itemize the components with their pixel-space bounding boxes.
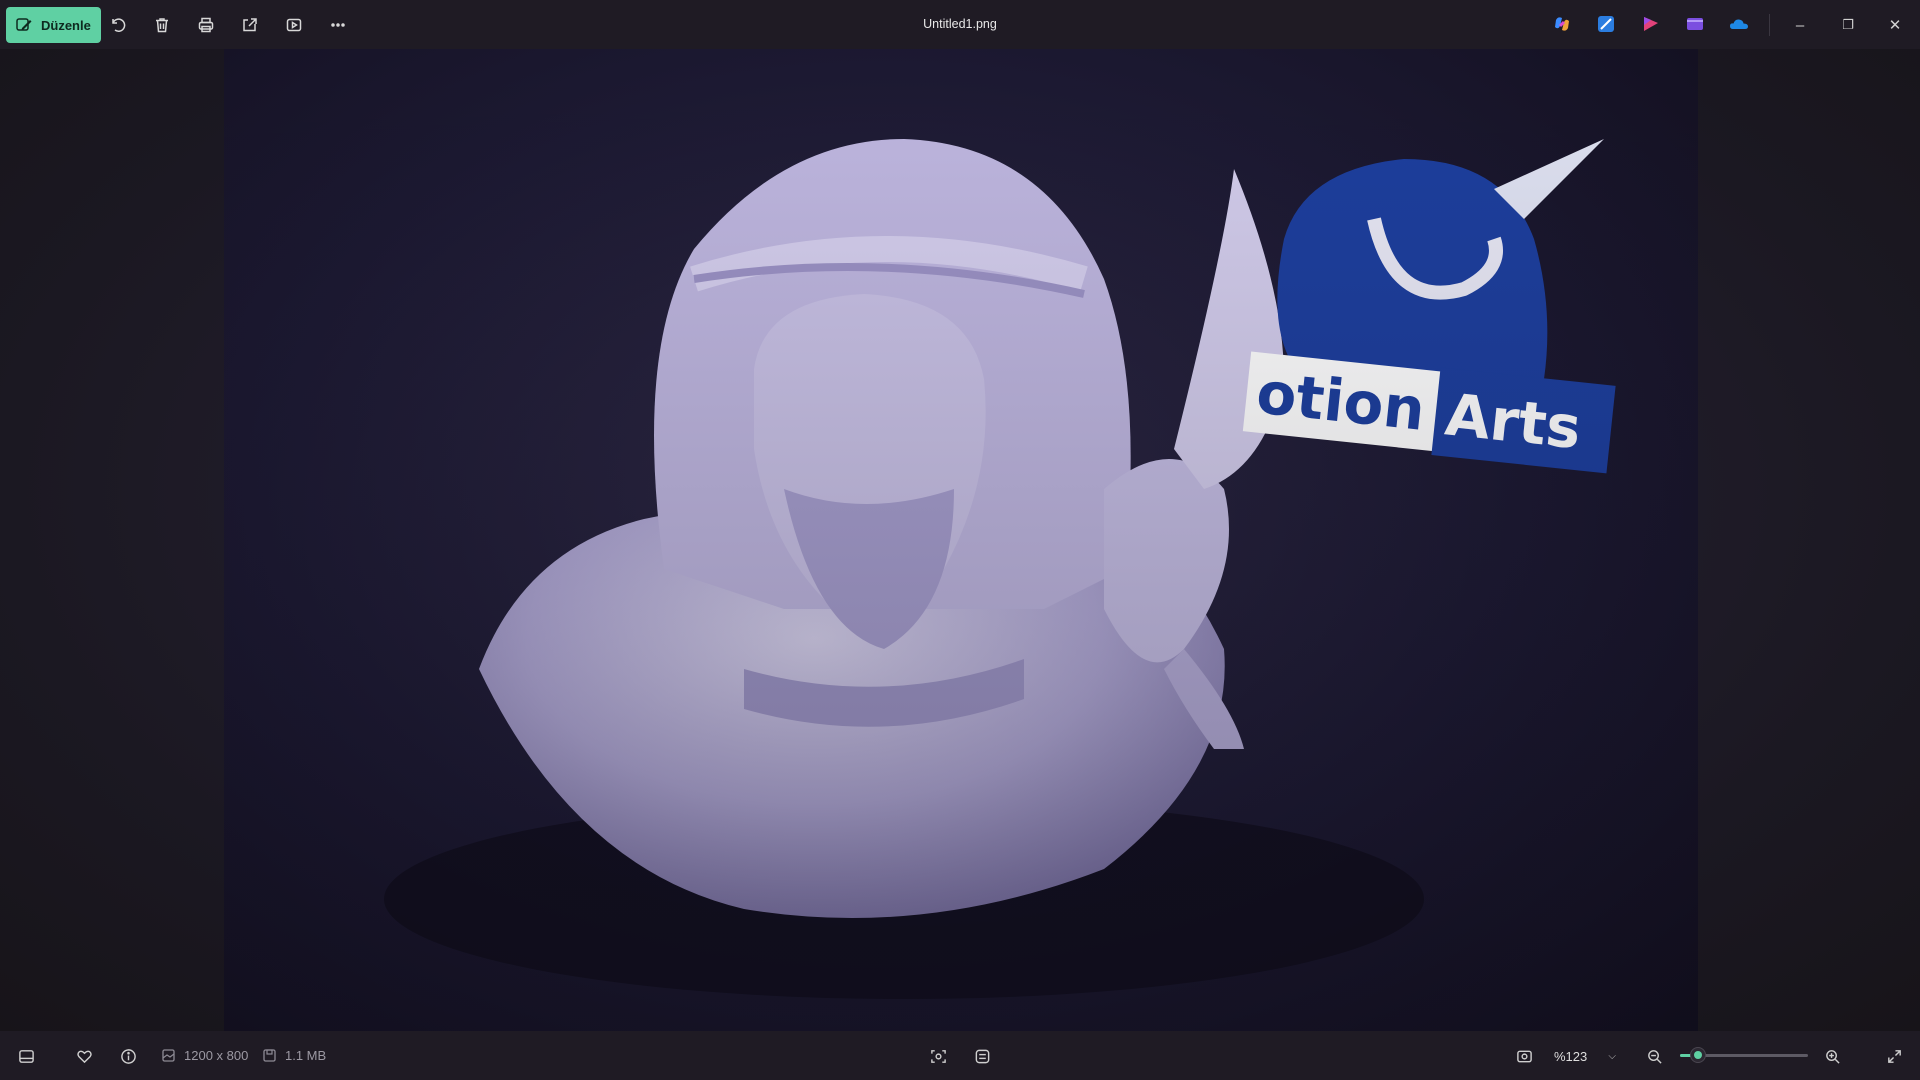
zoom-slider[interactable] xyxy=(1680,1047,1808,1063)
image-dimensions: 1200 x 800 xyxy=(184,1048,249,1063)
filmstrip-icon[interactable] xyxy=(14,1044,38,1068)
rotate-icon[interactable] xyxy=(105,12,131,38)
zoom-in-icon[interactable] xyxy=(1820,1044,1844,1068)
clipchamp-icon[interactable] xyxy=(1641,14,1661,34)
file-size: 1.1 MB xyxy=(285,1048,327,1063)
restore-button[interactable]: ❐ xyxy=(1833,10,1863,40)
share-icon[interactable] xyxy=(237,12,263,38)
favorite-heart-icon[interactable] xyxy=(72,1044,96,1068)
status-bar: 1200 x 800 1.1 MB %123 ⌵ xyxy=(0,1031,1920,1080)
video-editor-icon[interactable] xyxy=(1685,14,1705,34)
edit-image-icon xyxy=(16,18,32,31)
edit-button-label: Düzenle xyxy=(41,17,91,33)
actual-size-icon[interactable] xyxy=(1512,1044,1536,1068)
chevron-down-icon: ⌵ xyxy=(1608,1050,1616,1062)
zoom-out-icon[interactable] xyxy=(1642,1044,1666,1068)
edit-button[interactable]: Düzenle xyxy=(6,7,101,43)
text-extract-icon[interactable] xyxy=(970,1044,994,1068)
delete-icon[interactable] xyxy=(149,12,175,38)
minimize-button[interactable]: – xyxy=(1785,10,1815,40)
top-toolbar: Düzenle Untitled1.png – ❐ ✕ xyxy=(0,0,1920,49)
photo-render: otion Arts xyxy=(224,49,1698,1031)
slideshow-icon[interactable] xyxy=(281,12,307,38)
designer-icon[interactable] xyxy=(1596,14,1616,34)
more-icon[interactable] xyxy=(325,12,351,38)
toolbar-separator xyxy=(1769,14,1770,36)
fullscreen-icon[interactable] xyxy=(1882,1044,1906,1068)
image-canvas[interactable]: otion Arts xyxy=(0,49,1920,1031)
info-icon[interactable] xyxy=(116,1044,140,1068)
onedrive-icon[interactable] xyxy=(1729,14,1749,34)
print-icon[interactable] xyxy=(193,12,219,38)
visual-search-icon[interactable] xyxy=(926,1044,950,1068)
dimensions-icon xyxy=(162,1049,175,1062)
copilot-icon[interactable] xyxy=(1552,14,1572,34)
zoom-dropdown[interactable]: %123 ⌵ xyxy=(1546,1041,1624,1071)
zoom-slider-thumb[interactable] xyxy=(1689,1047,1706,1063)
file-size-icon xyxy=(263,1049,276,1062)
close-button[interactable]: ✕ xyxy=(1880,10,1910,40)
zoom-level: %123 xyxy=(1554,1048,1588,1064)
photo: otion Arts xyxy=(224,49,1698,1031)
